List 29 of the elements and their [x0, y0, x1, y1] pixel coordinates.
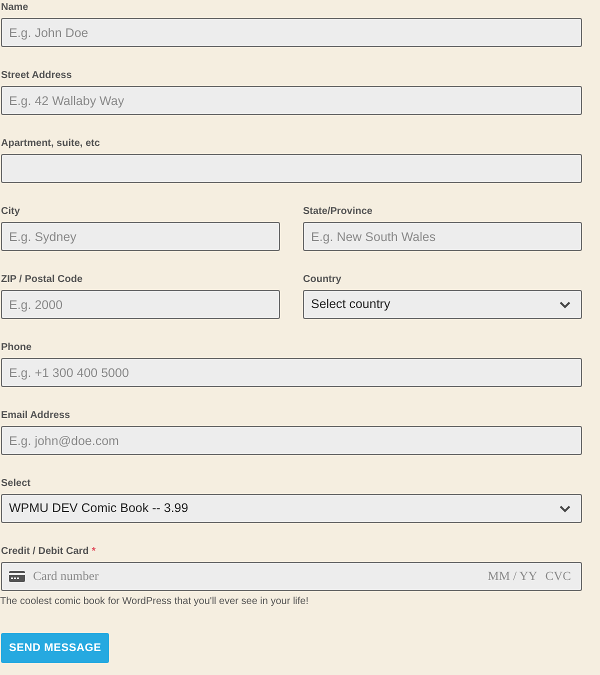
field-label: Name [1, 2, 28, 14]
field-label: State/Province [303, 206, 372, 218]
field-label: Email Address [1, 410, 70, 422]
field-label: Apartment, suite, etc [1, 138, 100, 150]
card-number-placeholder: Card number [33, 568, 100, 586]
field-label: Select [1, 478, 30, 490]
field-label: ZIP / Postal Code [1, 274, 82, 286]
select-dropdown[interactable]: WPMU DEV Comic Book -- 3.99 [1, 494, 582, 523]
field-label: Street Address [1, 70, 72, 82]
cvc-placeholder: CVC [545, 568, 571, 586]
field-label: Credit / Debit Card [1, 546, 89, 558]
chevron-down-icon [559, 300, 571, 308]
field-label: Phone [1, 342, 32, 354]
field-description: The coolest comic book for WordPress that you'll ever see in your life! [0, 596, 310, 608]
text-field[interactable]: E.g. 2000 [1, 290, 280, 319]
field-label: Country [303, 274, 342, 286]
text-field[interactable] [1, 154, 582, 183]
text-field[interactable]: E.g. +1 300 400 5000 [1, 358, 582, 387]
field-label: City [1, 206, 20, 218]
required-asterisk: * [92, 546, 96, 558]
text-field[interactable]: E.g. New South Wales [303, 222, 582, 251]
text-field[interactable]: E.g. Sydney [1, 222, 280, 251]
credit-card-icon [9, 571, 25, 582]
text-field[interactable]: E.g. John Doe [1, 18, 582, 47]
expiry-placeholder: MM / YY [488, 568, 538, 586]
select-dropdown[interactable]: Select country [303, 290, 582, 319]
chevron-down-icon [559, 504, 571, 512]
text-field[interactable]: E.g. john@doe.com [1, 426, 582, 455]
text-field[interactable]: E.g. 42 Wallaby Way [1, 86, 582, 115]
